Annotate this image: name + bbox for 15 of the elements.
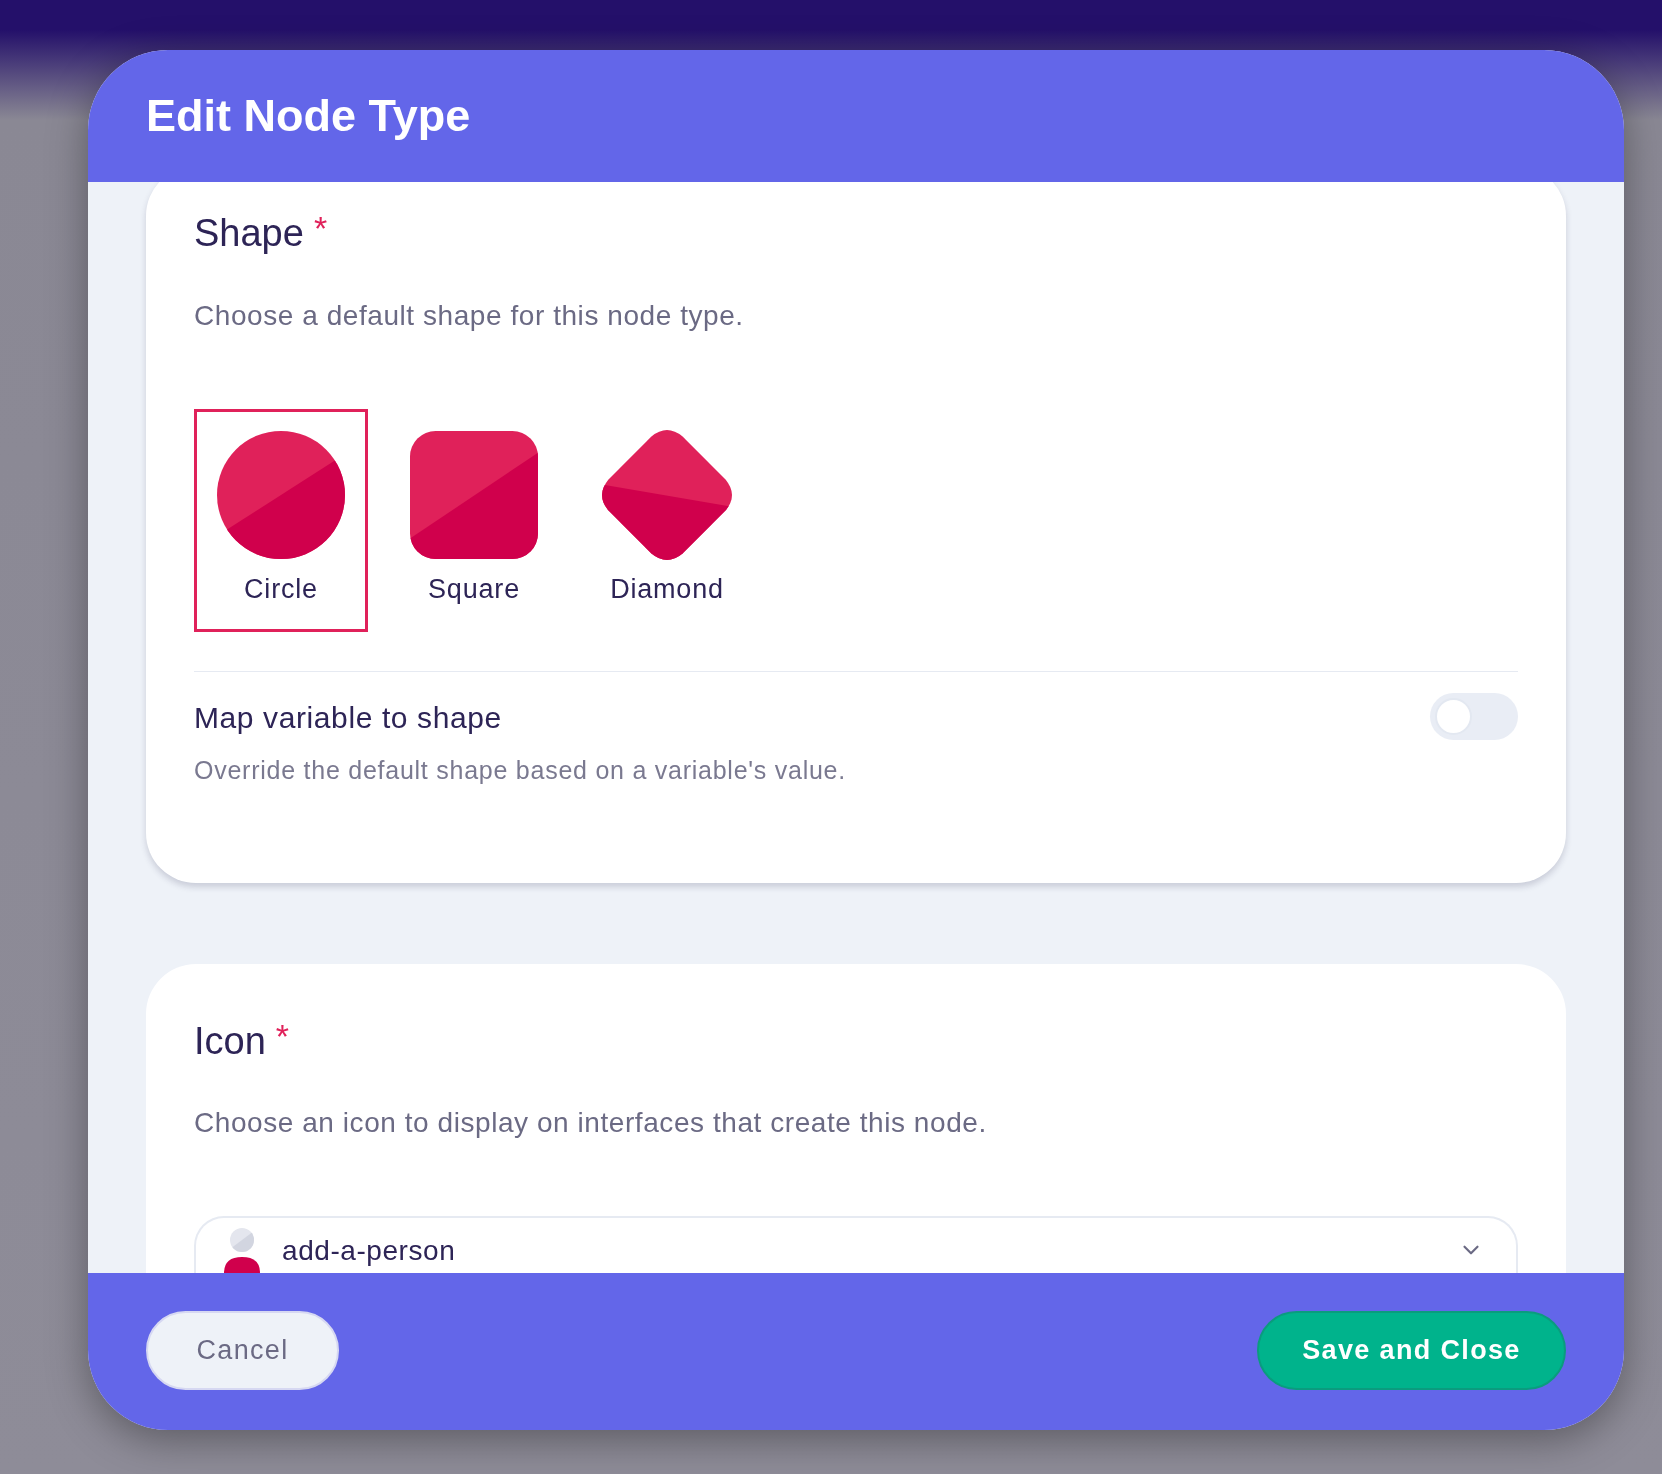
dialog-title: Edit Node Type xyxy=(146,89,471,143)
rounded-square-icon xyxy=(410,431,538,559)
shape-option[interactable]: Square xyxy=(387,409,561,632)
required-asterisk: * xyxy=(275,1018,290,1054)
section-description: Choose a default shape for this node type. xyxy=(194,299,745,333)
cancel-button[interactable]: Cancel xyxy=(146,1311,339,1390)
setting-description: Override the default shape based on a variable's value. xyxy=(194,755,846,785)
setting-title: Map variable to shape xyxy=(194,700,503,736)
shape-option[interactable]: Circle xyxy=(194,409,368,632)
toggle-switch[interactable] xyxy=(1430,693,1518,740)
section-title: Icon xyxy=(194,1019,266,1064)
section-description: Choose an icon to display on interfaces that create this node. xyxy=(194,1106,988,1140)
required-asterisk: * xyxy=(313,210,328,246)
shape-option[interactable]: Diamond xyxy=(580,409,754,632)
section-title: Shape xyxy=(194,211,304,256)
